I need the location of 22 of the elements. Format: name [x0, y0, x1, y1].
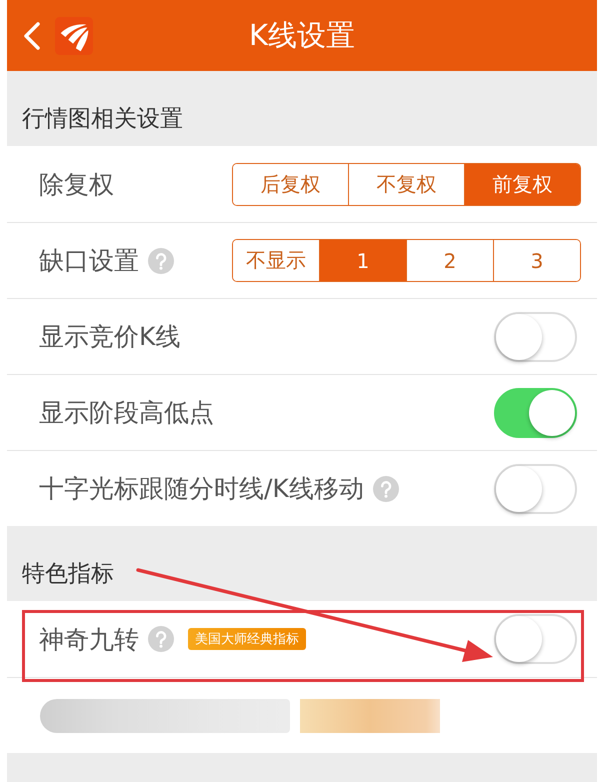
- setting-label: 显示阶段高低点: [39, 397, 214, 429]
- help-icon[interactable]: [148, 248, 174, 274]
- toggle-switch[interactable]: [494, 464, 577, 514]
- chevron-left-icon[interactable]: [23, 22, 41, 50]
- toggle-switch[interactable]: [494, 312, 577, 362]
- segment-option[interactable]: 1: [319, 240, 406, 281]
- toggle-switch[interactable]: [494, 614, 577, 664]
- page-title: K线设置: [248, 16, 356, 54]
- setting-label: 十字光标跟随分时线/K线移动: [39, 473, 364, 505]
- help-icon[interactable]: [372, 476, 399, 502]
- help-icon[interactable]: [148, 626, 174, 652]
- wing-logo-icon[interactable]: [55, 16, 93, 56]
- toggle-switch[interactable]: [494, 388, 577, 438]
- section-title: 行情图相关设置: [21, 105, 184, 134]
- setting-label: 神奇九转: [39, 624, 139, 656]
- setting-label: 缺口设置: [39, 245, 139, 277]
- feature-tag: 美国大师经典指标: [188, 628, 306, 650]
- section-title: 特色指标: [21, 560, 115, 589]
- segment-option[interactable]: 前复权: [464, 164, 580, 204]
- setting-label: 显示竞价K线: [39, 321, 180, 353]
- setting-label: 除复权: [39, 168, 114, 200]
- segment-option[interactable]: 3: [493, 240, 580, 281]
